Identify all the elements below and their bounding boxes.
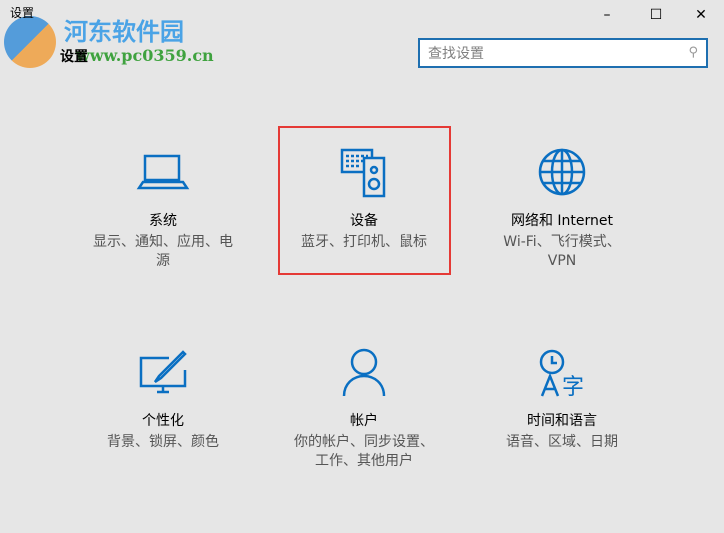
svg-text:字: 字: [562, 375, 584, 398]
search-input[interactable]: [420, 40, 680, 68]
laptop-icon: [136, 154, 190, 190]
page-title: 设置: [60, 49, 88, 65]
tile-desc: Wi-Fi、飞行模式、VPN: [503, 234, 621, 269]
watermark: 河东软件园 www.pc0359.cn: [4, 10, 224, 70]
window-title: 设置: [10, 6, 35, 20]
tile-personalization[interactable]: 个性化 背景、锁屏、颜色: [63, 348, 263, 452]
tile-title: 帐户: [350, 413, 378, 429]
tile-system[interactable]: 系统 显示、通知、应用、电源: [63, 148, 263, 271]
highlight-box: [278, 126, 451, 275]
tile-title: 个性化: [142, 413, 184, 429]
tile-title: 系统: [149, 213, 177, 229]
tile-desc: 你的帐户、同步设置、工作、其他用户: [294, 434, 434, 469]
close-button[interactable]: ✕: [678, 2, 724, 28]
watermark-url: www.pc0359.cn: [76, 46, 214, 65]
tile-title: 网络和 Internet: [510, 213, 614, 229]
person-icon: [342, 348, 386, 397]
globe-icon: [538, 148, 586, 196]
search-box[interactable]: ⚲: [418, 38, 708, 68]
watermark-name: 河东软件园: [64, 17, 184, 46]
watermark-logo: [4, 16, 56, 68]
time-language-icon: 字: [539, 349, 584, 398]
tile-desc: 背景、锁屏、颜色: [107, 434, 219, 450]
search-icon[interactable]: ⚲: [688, 45, 698, 60]
minimize-button[interactable]: –: [584, 2, 630, 28]
tile-desc: 显示、通知、应用、电源: [93, 234, 233, 269]
tile-title: 时间和语言: [527, 413, 597, 429]
maximize-button[interactable]: ☐: [633, 2, 679, 28]
tile-desc: 语音、区域、日期: [506, 434, 618, 450]
tile-accounts[interactable]: 帐户 你的帐户、同步设置、工作、其他用户: [264, 348, 464, 471]
personalization-icon: [139, 350, 187, 394]
tile-network[interactable]: 网络和 Internet Wi-Fi、飞行模式、VPN: [462, 148, 662, 271]
tile-time-language[interactable]: 字 时间和语言 语音、区域、日期: [462, 348, 662, 452]
